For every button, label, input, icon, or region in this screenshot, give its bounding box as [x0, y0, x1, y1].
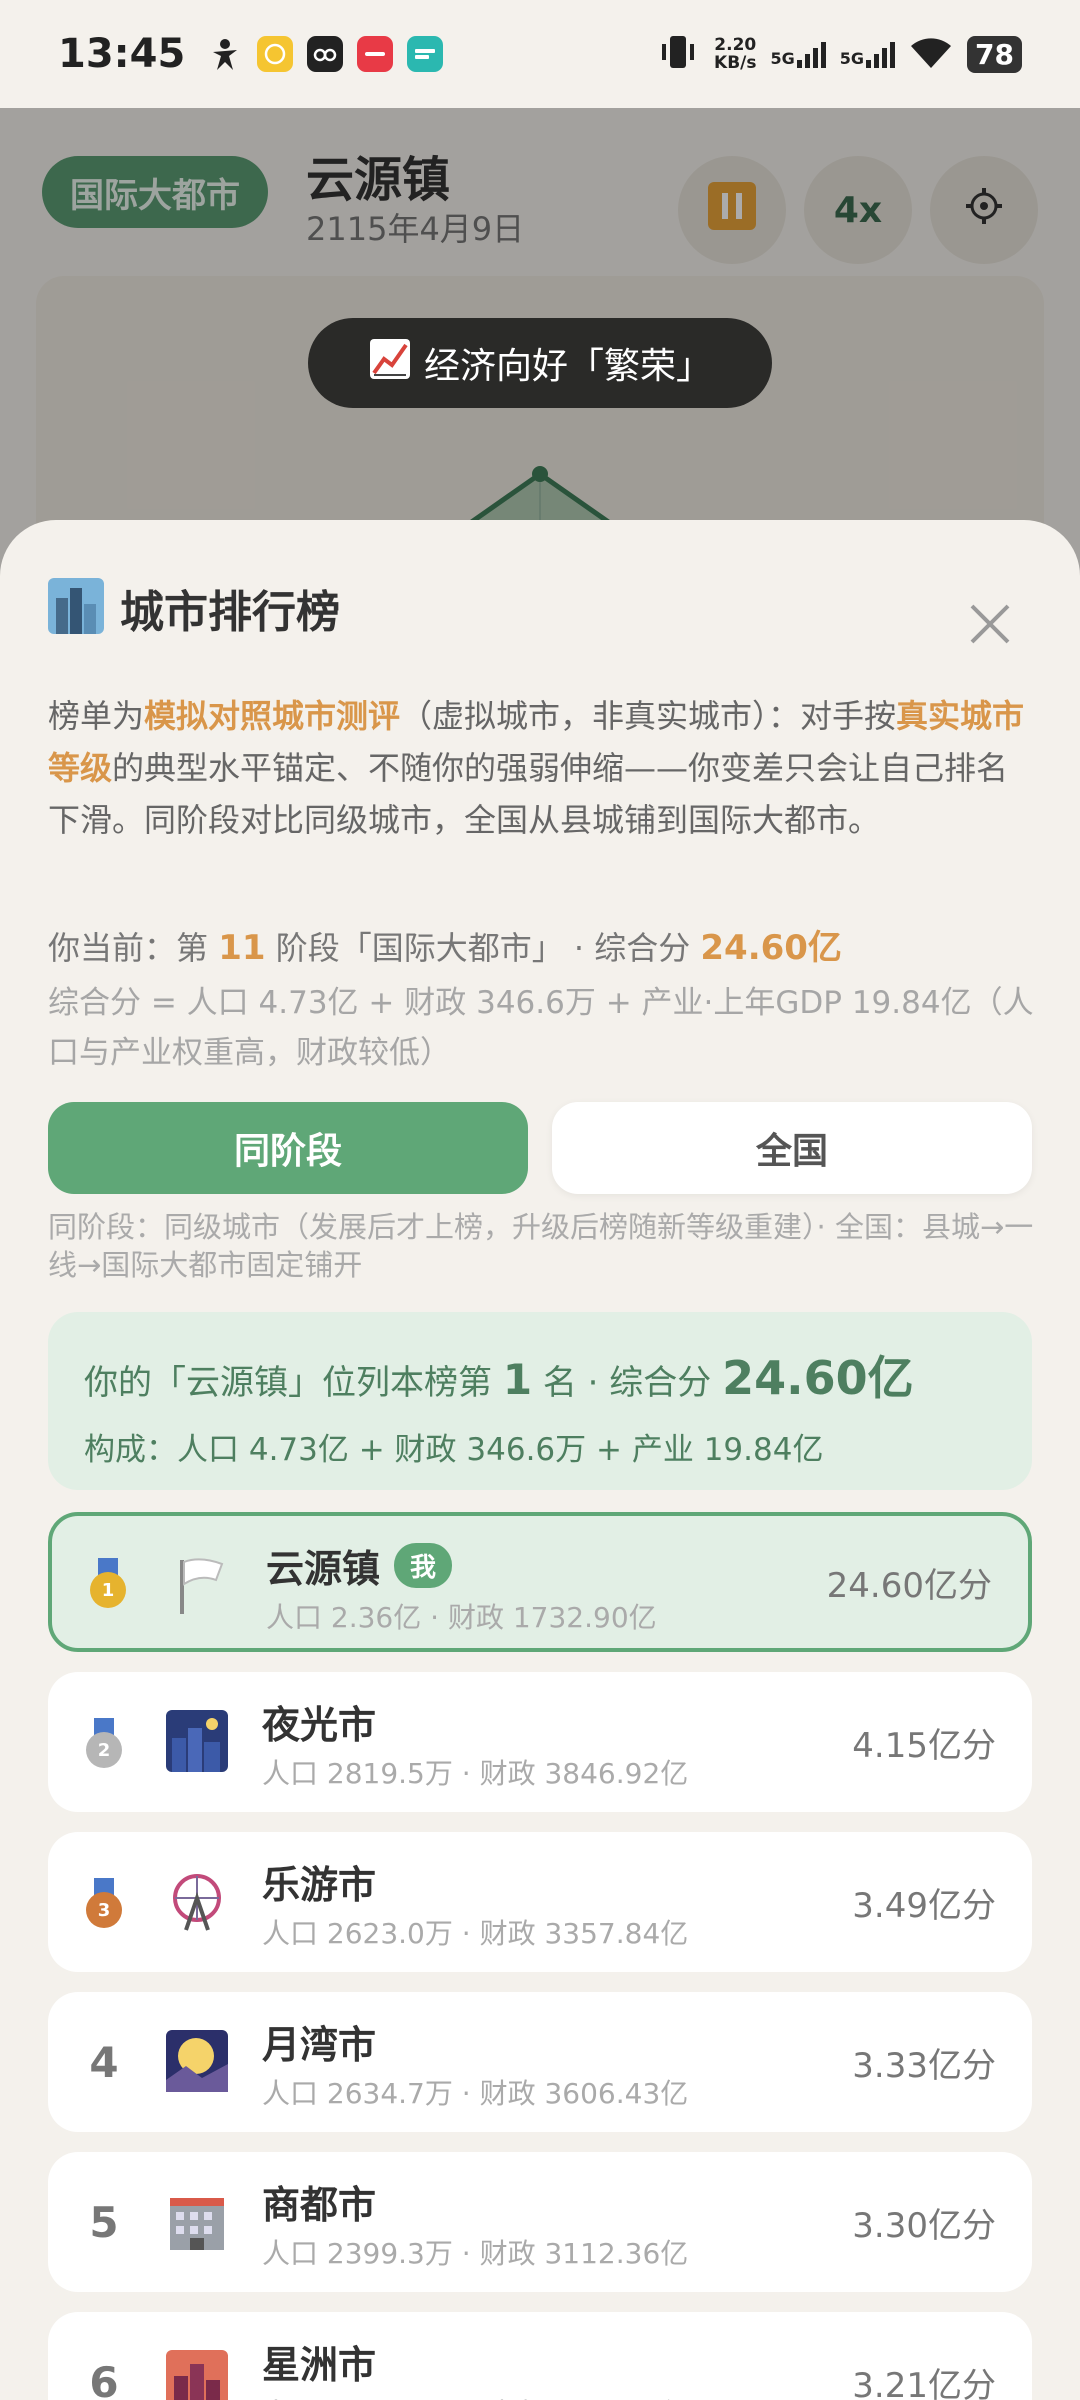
rank-cell: 2 — [74, 1672, 134, 1812]
economy-toast-text: 经济向好「繁荣」 — [423, 346, 712, 387]
status-app-icons — [207, 36, 444, 72]
row-city-name: 星洲市 — [262, 2343, 377, 2387]
economy-toast: 经济向好「繁荣」 — [308, 318, 772, 408]
row-score: 4.15亿分 — [852, 1725, 996, 1766]
sunset-city-icon — [166, 2350, 228, 2400]
department-store-icon — [166, 2190, 228, 2252]
medal-number: 1 — [90, 1572, 126, 1608]
row-stats: 人口 2819.5万 · 财政 3846.92亿 — [262, 1757, 689, 1790]
signal-2-label: 5G — [839, 49, 865, 68]
signal-1: 5G — [771, 40, 826, 68]
summary-pre: 你的「云源镇」位列本榜第 — [84, 1363, 492, 1403]
white-flag-icon — [170, 1554, 232, 1616]
person-icon — [207, 36, 243, 72]
signal-2: 5G — [839, 40, 896, 68]
medal-number: 2 — [86, 1732, 122, 1768]
row-city-name: 月湾市 — [262, 2023, 377, 2067]
row-stats: 人口 2.36亿 · 财政 1732.90亿 — [266, 1601, 657, 1634]
close-button[interactable] — [962, 598, 1018, 654]
status-time: 13:45 — [58, 31, 186, 77]
desc-text-2: （虚拟城市，非真实城市）：对手按 — [400, 697, 897, 735]
rank-number: 4 — [89, 2037, 119, 2087]
sheet-header: 城市排行榜 — [48, 576, 340, 640]
network-speed: 2.20 KB/s — [714, 36, 756, 72]
row-score: 3.49亿分 — [852, 1885, 996, 1926]
row-city-name: 夜光市 — [262, 1703, 377, 1747]
night-city-icon — [166, 1710, 228, 1772]
city-name-cell: 商都市 — [262, 2174, 376, 2229]
row-city-name: 商都市 — [262, 2183, 377, 2227]
cloud-icon — [307, 36, 344, 72]
city-skyline-icon — [48, 578, 104, 638]
moon-night-icon — [166, 2030, 228, 2092]
summary-composition: 构成：人口 4.73亿 + 财政 346.6万 + 产业 19.84亿 — [84, 1432, 824, 1468]
current-stage-number: 11 — [218, 928, 266, 968]
current-mid: 阶段「国际大都市」 · 综合分 — [275, 929, 691, 967]
ranking-row[interactable]: 3 乐游市 人口 2623.0万 · 财政 3357.84亿 3.49亿分 — [48, 1832, 1032, 1972]
row-score: 3.21亿分 — [852, 2365, 996, 2400]
medal-number: 3 — [86, 1892, 122, 1928]
row-city-name: 云源镇 — [266, 1547, 381, 1591]
city-name-cell: 月湾市 — [262, 2014, 376, 2069]
city-name-cell: 星洲市 — [262, 2334, 376, 2389]
city-name-cell: 乐游市 — [262, 1854, 376, 1909]
city-name-cell: 云源镇我 — [266, 1538, 453, 1593]
close-icon — [968, 602, 1012, 650]
rank-cell: 3 — [74, 1832, 134, 1972]
summary-score: 24.60亿 — [722, 1351, 914, 1405]
score-formula: 综合分 = 人口 4.73亿 + 财政 346.6万 + 产业·上年GDP 19… — [48, 985, 1034, 1071]
status-bar: 13:45 2.20 KB/s 5G 5G 78 — [0, 0, 1080, 108]
ranking-row[interactable]: 4 月湾市 人口 2634.7万 · 财政 3606.43亿 3.33亿分 — [48, 1992, 1032, 2132]
ranking-row[interactable]: 1 云源镇我 人口 2.36亿 · 财政 1732.90亿 24.60亿分 — [48, 1512, 1032, 1652]
network-speed-value: 2.20 — [714, 35, 757, 55]
gold-medal-icon: 1 — [88, 1558, 128, 1608]
row-stats: 人口 3084.4万 · 财政 4008.51亿 — [262, 2392, 688, 2400]
ranking-description: 榜单为模拟对照城市测评（虚拟城市，非真实城市）：对手按真实城市等级的典型水平锚定… — [48, 690, 1032, 846]
tab-same-stage[interactable]: 同阶段 — [48, 1102, 528, 1194]
desc-highlight-1: 模拟对照城市测评 — [144, 697, 401, 735]
current-score: 24.60亿 — [700, 928, 842, 968]
summary-mid: 名 · 综合分 — [542, 1363, 712, 1403]
row-stats: 人口 2634.7万 · 财政 3606.43亿 — [262, 2077, 689, 2110]
ferris-wheel-icon — [166, 1870, 228, 1932]
current-prefix: 你当前：第 — [48, 929, 209, 967]
ranking-row[interactable]: 6 星洲市 人口 3084.4万 · 财政 4008.51亿 3.21亿分 — [48, 2312, 1032, 2400]
row-score: 3.33亿分 — [852, 2045, 996, 2086]
signal-1-label: 5G — [770, 49, 795, 68]
row-stats: 人口 2399.3万 · 财政 3112.36亿 — [262, 2237, 689, 2270]
sheet-title: 城市排行榜 — [120, 587, 340, 638]
rank-number: 5 — [89, 2197, 119, 2247]
current-stage-line: 你当前：第 11 阶段「国际大都市」 · 综合分 24.60亿 — [48, 920, 842, 969]
silver-medal-icon: 2 — [84, 1718, 124, 1768]
row-stats: 人口 2623.0万 · 财政 3357.84亿 — [262, 1917, 689, 1950]
wifi-icon — [909, 34, 953, 74]
bronze-medal-icon: 3 — [84, 1878, 124, 1928]
my-rank-summary: 你的「云源镇」位列本榜第 1 名 · 综合分 24.60亿 构成：人口 4.73… — [48, 1312, 1032, 1490]
pay-icon — [257, 36, 294, 72]
ranking-sheet: 城市排行榜 榜单为模拟对照城市测评（虚拟城市，非真实城市）：对手按真实城市等级的… — [0, 520, 1080, 2400]
xiaohongshu-icon — [357, 36, 394, 72]
tab-nationwide[interactable]: 全国 — [552, 1102, 1032, 1194]
boss-icon — [407, 36, 444, 72]
row-score: 3.30亿分 — [852, 2205, 996, 2246]
row-city-name: 乐游市 — [262, 1863, 377, 1907]
tab-note: 同阶段：同级城市（发展后才上榜，升级后榜随新等级重建）· 全国：县城→一线→国际… — [48, 1210, 1034, 1282]
row-score: 24.60亿分 — [826, 1565, 992, 1606]
chart-up-icon — [368, 337, 412, 390]
vibrate-icon — [656, 32, 700, 76]
desc-text-3: 的典型水平锚定、不随你的强弱伸缩——你变差只会让自己排名下滑。同阶段对比同级城市… — [48, 749, 1009, 839]
me-badge: 我 — [394, 1543, 453, 1588]
summary-rank: 1 — [502, 1355, 533, 1404]
summary-line: 你的「云源镇」位列本榜第 1 名 · 综合分 24.60亿 — [84, 1342, 996, 1408]
rank-number: 6 — [89, 2357, 119, 2400]
ranking-row[interactable]: 5 商都市 人口 2399.3万 · 财政 3112.36亿 3.30亿分 — [48, 2152, 1032, 2292]
signal-bars-icon — [796, 40, 826, 68]
desc-text-1: 榜单为 — [48, 697, 145, 735]
rank-cell: 1 — [78, 1516, 138, 1648]
ranking-row[interactable]: 2 夜光市 人口 2819.5万 · 财政 3846.92亿 4.15亿分 — [48, 1672, 1032, 1812]
city-name-cell: 夜光市 — [262, 1694, 376, 1749]
battery-indicator: 78 — [967, 35, 1022, 73]
signal-bars-icon — [866, 40, 896, 68]
network-speed-unit: KB/s — [714, 53, 757, 73]
